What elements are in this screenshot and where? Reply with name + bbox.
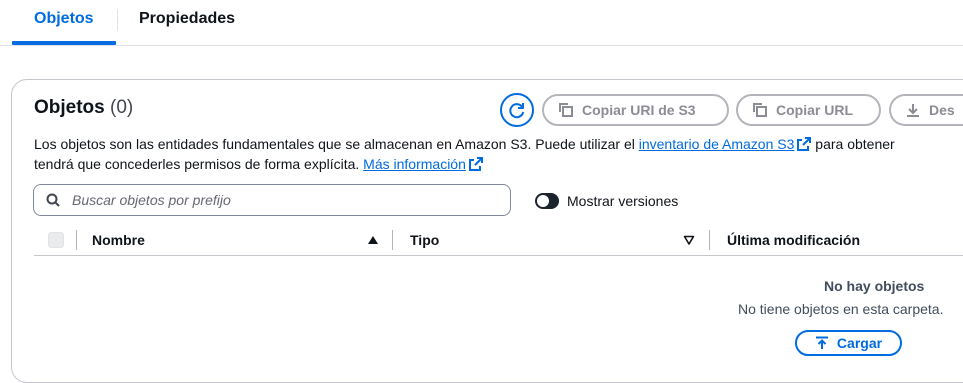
column-separator bbox=[76, 230, 77, 250]
description-line-1: Los objetos son las entidades fundamenta… bbox=[34, 134, 963, 154]
external-link-icon bbox=[797, 137, 812, 151]
upload-icon bbox=[815, 336, 828, 349]
description-line-2: tendrá que concederles permisos de forma… bbox=[34, 154, 963, 174]
column-separator bbox=[392, 230, 393, 250]
download-icon bbox=[907, 104, 919, 117]
column-header-tipo[interactable]: Tipo bbox=[410, 232, 439, 248]
copy-url-label: Copiar URL bbox=[776, 102, 853, 118]
panel-description: Los objetos son las entidades fundamenta… bbox=[34, 134, 963, 174]
tab-divider bbox=[117, 9, 118, 31]
upload-label: Cargar bbox=[836, 335, 883, 351]
upload-button[interactable]: Cargar bbox=[795, 330, 902, 356]
description-text-2: para obtener bbox=[811, 136, 895, 152]
column-header-nombre[interactable]: Nombre bbox=[92, 232, 145, 248]
copy-s3-uri-label: Copiar URI de S3 bbox=[582, 102, 696, 118]
empty-state-title: No hay objetos bbox=[824, 278, 925, 294]
search-input[interactable] bbox=[70, 191, 490, 209]
panel-title-text: Objetos bbox=[34, 97, 105, 118]
column-separator bbox=[709, 230, 710, 250]
download-label: Des bbox=[929, 102, 955, 118]
description-text-1: Los objetos son las entidades fundamenta… bbox=[34, 136, 639, 152]
external-link-icon bbox=[468, 157, 483, 171]
more-info-link[interactable]: Más información bbox=[363, 156, 466, 172]
tab-bar: Objetos Propiedades bbox=[0, 0, 963, 46]
column-header-ultima-modificacion[interactable]: Última modificación bbox=[727, 232, 860, 248]
copy-url-button[interactable]: Copiar URL bbox=[736, 94, 881, 126]
empty-state-text: No tiene objetos en esta carpeta. bbox=[738, 301, 944, 317]
description-text-3: tendrá que concederles permisos de forma… bbox=[34, 156, 364, 172]
panel-title: Objetos (0) bbox=[34, 97, 133, 119]
copy-icon bbox=[753, 103, 767, 117]
show-versions-label: Mostrar versiones bbox=[567, 193, 679, 209]
copy-s3-uri-button[interactable]: Copiar URI de S3 bbox=[542, 94, 729, 126]
sort-ascending-icon[interactable] bbox=[367, 234, 379, 246]
copy-icon bbox=[559, 103, 573, 117]
refresh-button[interactable] bbox=[500, 93, 534, 127]
object-count: (0) bbox=[110, 97, 134, 118]
tab-propiedades[interactable]: Propiedades bbox=[139, 10, 235, 28]
active-tab-indicator bbox=[12, 41, 116, 45]
select-all-checkbox[interactable] bbox=[48, 232, 64, 248]
search-field[interactable] bbox=[33, 184, 511, 216]
refresh-icon bbox=[509, 103, 525, 119]
tab-objetos[interactable]: Objetos bbox=[34, 10, 94, 28]
download-button[interactable]: Des bbox=[889, 94, 963, 126]
toggle-knob bbox=[537, 195, 549, 207]
sort-descending-icon[interactable] bbox=[683, 234, 695, 246]
inventory-link[interactable]: inventario de Amazon S3 bbox=[639, 136, 795, 152]
show-versions-toggle[interactable] bbox=[535, 193, 559, 209]
search-icon bbox=[46, 193, 60, 207]
